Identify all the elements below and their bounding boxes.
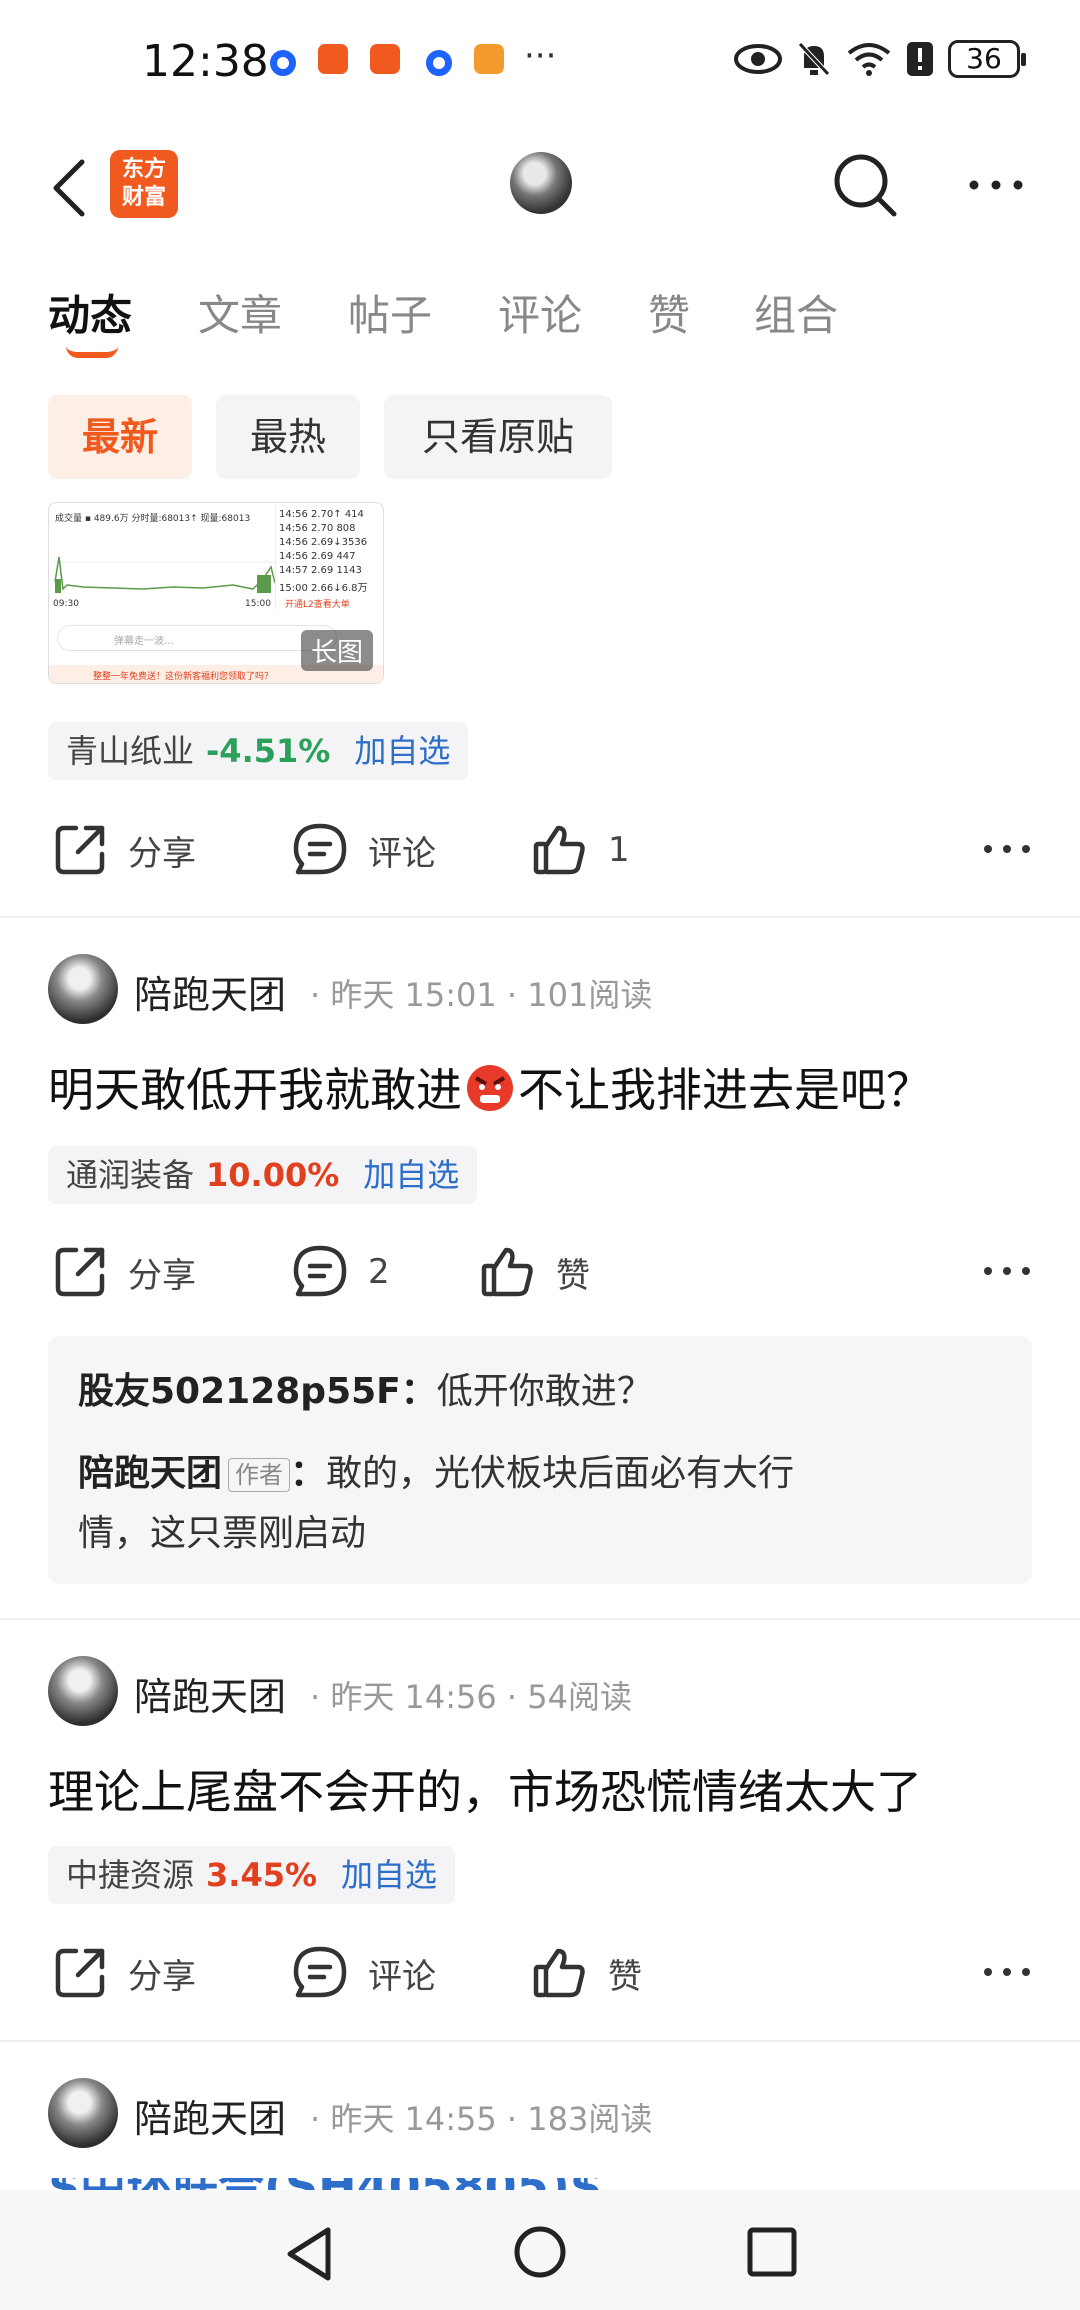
thumbs-up-icon xyxy=(533,825,585,875)
post-author[interactable]: 陪跑天团 xyxy=(134,2088,286,2143)
tab-comments[interactable]: 评论 xyxy=(498,282,582,343)
profile-avatar[interactable] xyxy=(510,152,572,214)
like-button[interactable]: 赞 xyxy=(532,1933,642,2013)
status-time: 12:38 xyxy=(142,36,269,87)
app-notification-icon xyxy=(270,50,296,76)
post-divider xyxy=(0,916,1080,918)
system-navigation-bar xyxy=(0,2190,1080,2310)
comment-button[interactable]: 评论 xyxy=(292,810,436,890)
post-text[interactable]: 明天敢低开我就敢进 不让我排进去是吧？ xyxy=(48,1054,932,1120)
battery-indicator: 36 xyxy=(948,40,1026,78)
profile-tabs: 动态 文章 帖子 评论 赞 组合 xyxy=(0,270,1080,370)
comment-button[interactable]: 评论 xyxy=(292,1933,436,2013)
app-logo: 东方 财富 xyxy=(110,150,178,218)
thumbs-up-icon xyxy=(481,1247,533,1297)
post-more-icon[interactable] xyxy=(982,834,1032,864)
active-tab-indicator xyxy=(66,346,118,358)
tab-portfolio[interactable]: 组合 xyxy=(754,282,838,343)
filter-original-only[interactable]: 只看原贴 xyxy=(384,395,612,479)
nav-home-icon[interactable] xyxy=(512,2224,568,2280)
post-meta: · 昨天 14:56 · 54阅读 xyxy=(310,1678,632,1716)
post-header: 陪跑天团 · 昨天 14:55 · 183阅读 xyxy=(48,2078,1048,2158)
comment-icon xyxy=(293,823,347,875)
share-icon xyxy=(55,1247,105,1297)
wifi-icon xyxy=(847,43,891,76)
tab-likes[interactable]: 赞 xyxy=(648,282,690,343)
thumbs-up-icon xyxy=(533,1948,585,1998)
comment-icon xyxy=(293,1946,347,1998)
long-image-badge: 长图 xyxy=(300,630,373,671)
filter-latest[interactable]: 最新 xyxy=(48,395,192,479)
post-image-thumbnail[interactable]: 成交量 ▪ 489.6万 分时量:68013↑ 现量:68013 14:56 2… xyxy=(48,502,384,684)
avatar[interactable] xyxy=(48,954,118,1024)
angry-emoji-icon xyxy=(467,1065,513,1111)
add-watchlist-link[interactable]: 加自选 xyxy=(363,1156,459,1194)
mute-bell-icon xyxy=(798,42,830,76)
search-icon[interactable] xyxy=(830,150,900,220)
post-text[interactable]: 理论上尾盘不会开的，市场恐慌情绪太大了 xyxy=(48,1756,922,1822)
nav-recents-icon[interactable] xyxy=(746,2226,798,2278)
tab-posts[interactable]: 帖子 xyxy=(348,282,432,343)
like-button[interactable]: 赞 xyxy=(480,1232,590,1312)
share-icon xyxy=(55,1948,105,1998)
app-notification-icon xyxy=(474,44,504,74)
status-icons: 36 xyxy=(734,40,1026,78)
reply-item-continued: 情，这只票刚启动 xyxy=(78,1513,367,1554)
post-divider xyxy=(0,1618,1080,1620)
more-notifications-icon: ··· xyxy=(524,36,557,76)
post-header: 陪跑天团 · 昨天 15:01 · 101阅读 xyxy=(48,954,1048,1034)
post-meta: · 昨天 15:01 · 101阅读 xyxy=(310,976,653,1014)
stock-tag[interactable]: 中捷资源 3.45% 加自选 xyxy=(48,1846,456,1904)
app-notification-icon xyxy=(318,44,348,74)
post-actions: 分享 评论 1 xyxy=(0,810,1080,890)
add-watchlist-link[interactable]: 加自选 xyxy=(354,732,450,770)
share-button[interactable]: 分享 xyxy=(52,1232,196,1312)
stock-tag[interactable]: 通润装备 10.00% 加自选 xyxy=(48,1146,478,1204)
avatar[interactable] xyxy=(48,2078,118,2148)
stock-tag[interactable]: 青山纸业 -4.51% 加自选 xyxy=(48,722,469,780)
post-more-icon[interactable] xyxy=(982,1256,1032,1286)
post-actions: 分享 2 赞 xyxy=(0,1232,1080,1312)
more-options-icon[interactable] xyxy=(966,170,1026,200)
eye-icon xyxy=(734,44,782,74)
filter-hottest[interactable]: 最热 xyxy=(216,395,360,479)
post-actions: 分享 评论 赞 xyxy=(0,1933,1080,2013)
tab-dynamic[interactable]: 动态 xyxy=(48,282,132,343)
share-button[interactable]: 分享 xyxy=(52,810,196,890)
top-app-bar: 东方 财富 xyxy=(0,130,1080,240)
share-icon xyxy=(55,825,105,875)
post-author[interactable]: 陪跑天团 xyxy=(134,1666,286,1721)
post-divider xyxy=(0,2040,1080,2042)
add-watchlist-link[interactable]: 加自选 xyxy=(341,1856,437,1894)
post-meta: · 昨天 14:55 · 183阅读 xyxy=(310,2100,653,2138)
reply-item: 股友502128p55F：低开你敢进？ xyxy=(78,1371,653,1412)
app-notification-icon xyxy=(370,44,400,74)
comment-button[interactable]: 2 xyxy=(292,1232,390,1312)
nav-back-icon[interactable] xyxy=(284,2226,334,2282)
reply-preview[interactable]: 股友502128p55F：低开你敢进？ 陪跑天团 作者 ：敢的，光伏板块后面必有大行… xyxy=(48,1336,1032,1584)
app-notification-icon xyxy=(426,50,452,76)
tab-articles[interactable]: 文章 xyxy=(198,282,282,343)
back-arrow-icon[interactable] xyxy=(46,158,96,218)
like-button[interactable]: 1 xyxy=(532,810,630,890)
post-header: 陪跑天团 · 昨天 14:56 · 54阅读 xyxy=(48,1656,1048,1736)
post-author[interactable]: 陪跑天团 xyxy=(134,964,286,1019)
alert-icon xyxy=(907,42,933,76)
status-bar: 12:38 ··· 36 xyxy=(0,0,1080,130)
share-button[interactable]: 分享 xyxy=(52,1933,196,2013)
intraday-chart xyxy=(53,556,277,593)
reply-item: 陪跑天团 作者 ：敢的，光伏板块后面必有大行 xyxy=(78,1453,795,1494)
avatar[interactable] xyxy=(48,1656,118,1726)
comment-icon xyxy=(293,1245,347,1297)
author-badge: 作者 xyxy=(228,1458,291,1492)
post-more-icon[interactable] xyxy=(982,1957,1032,1987)
